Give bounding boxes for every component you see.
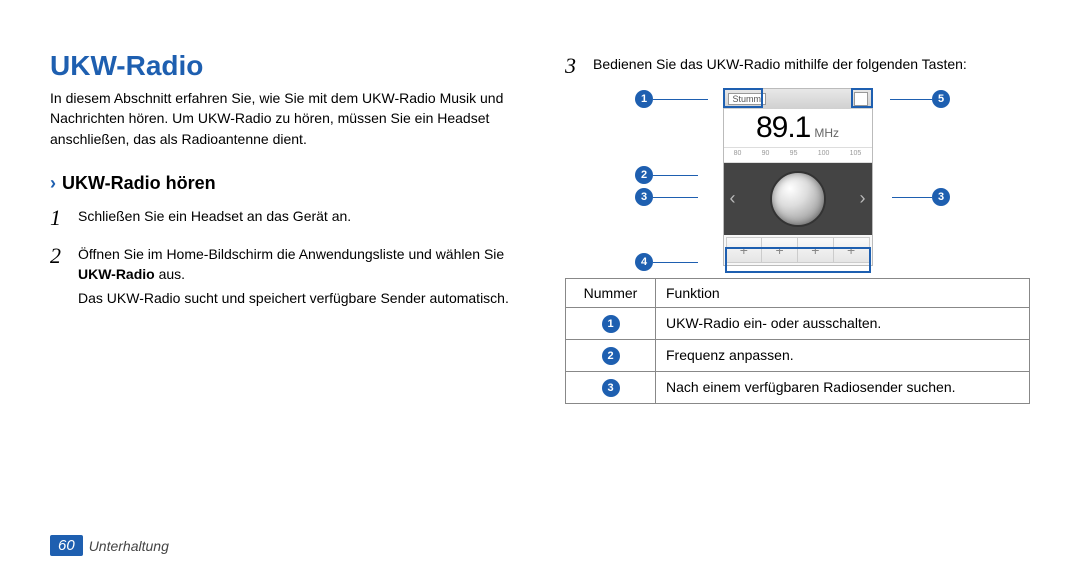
callout-3-right: 3 (932, 188, 950, 206)
chevron-right-icon: › (50, 173, 56, 194)
row-text: Frequenz anpassen. (656, 339, 1030, 371)
step-2-subtext: Das UKW-Radio sucht und speichert verfüg… (78, 288, 515, 308)
leader-line (890, 99, 932, 100)
preset-slot[interactable]: + (834, 238, 869, 262)
step-number: 3 (565, 50, 583, 82)
frequency-unit: MHz (814, 126, 839, 140)
scale-tick: 95 (790, 150, 798, 157)
page-number: 60 (50, 535, 83, 556)
step-1: 1 Schließen Sie ein Headset an das Gerät… (50, 202, 515, 234)
step-2-text-a: Öffnen Sie im Home-Bildschirm die Anwend… (78, 246, 504, 262)
step-2: 2 Öffnen Sie im Home-Bildschirm die Anwe… (50, 240, 515, 309)
tune-left-button[interactable]: ‹ (730, 188, 736, 209)
dial-row: ‹ › (724, 163, 872, 235)
page-footer: 60 Unterhaltung (50, 535, 169, 556)
tune-right-button[interactable]: › (860, 188, 866, 209)
row-callout-num: 1 (602, 315, 620, 333)
row-callout-num: 3 (602, 379, 620, 397)
scale-tick: 80 (734, 150, 742, 157)
section-heading: › UKW-Radio hören (50, 173, 515, 194)
scale-tick: 105 (850, 150, 862, 157)
radio-mockup: Stumm 89.1 MHz 80 90 95 100 105 ‹ (723, 88, 873, 266)
step-text: Öffnen Sie im Home-Bildschirm die Anwend… (78, 240, 515, 309)
stumm-button[interactable]: Stumm (728, 93, 767, 105)
row-callout-num: 2 (602, 347, 620, 365)
frequency-value: 89.1 (756, 111, 810, 145)
step-text: Bedienen Sie das UKW-Radio mithilfe der … (593, 50, 967, 82)
preset-row: + + + + (726, 237, 870, 263)
step-number: 2 (50, 240, 68, 309)
scale-tick: 100 (818, 150, 830, 157)
leader-line (653, 197, 698, 198)
radio-illustration-wrapper: 1 5 2 3 3 4 Stumm 89.1 MHz (565, 88, 1030, 266)
frequency-scale: 80 90 95 100 105 (724, 147, 872, 163)
row-text: UKW-Radio ein- oder ausschalten. (656, 307, 1030, 339)
speaker-icon[interactable] (854, 92, 868, 106)
section-label: Unterhaltung (89, 538, 169, 554)
table-row: 1 UKW-Radio ein- oder ausschalten. (566, 307, 1030, 339)
table-header-function: Funktion (656, 278, 1030, 307)
callout-1: 1 (635, 90, 653, 108)
right-column: 3 Bedienen Sie das UKW-Radio mithilfe de… (555, 50, 1030, 404)
callout-5: 5 (932, 90, 950, 108)
row-text: Nach einem verfügbaren Radiosender suche… (656, 371, 1030, 403)
leader-line (892, 197, 932, 198)
table-header-number: Nummer (566, 278, 656, 307)
tuning-dial[interactable] (770, 171, 826, 227)
preset-slot[interactable]: + (727, 238, 763, 262)
table-header-row: Nummer Funktion (566, 278, 1030, 307)
preset-slot[interactable]: + (762, 238, 798, 262)
callout-3-left: 3 (635, 188, 653, 206)
left-column: UKW-Radio In diesem Abschnitt erfahren S… (50, 50, 525, 404)
intro-paragraph: In diesem Abschnitt erfahren Sie, wie Si… (50, 88, 515, 149)
radio-topbar: Stumm (724, 89, 872, 109)
step-text: Schließen Sie ein Headset an das Gerät a… (78, 202, 351, 234)
section-heading-text: UKW-Radio hören (62, 173, 216, 194)
scale-tick: 90 (762, 150, 770, 157)
step-number: 1 (50, 202, 68, 234)
callout-table: Nummer Funktion 1 UKW-Radio ein- oder au… (565, 278, 1030, 404)
step-2-bold: UKW-Radio (78, 266, 155, 282)
step-2-text-b: aus. (155, 266, 185, 282)
leader-line (653, 99, 708, 100)
table-row: 3 Nach einem verfügbaren Radiosender suc… (566, 371, 1030, 403)
callout-4: 4 (635, 253, 653, 271)
preset-slot[interactable]: + (798, 238, 834, 262)
frequency-display: 89.1 MHz (724, 109, 872, 147)
table-row: 2 Frequenz anpassen. (566, 339, 1030, 371)
leader-line (653, 175, 698, 176)
leader-line (653, 262, 698, 263)
step-3: 3 Bedienen Sie das UKW-Radio mithilfe de… (565, 50, 1030, 82)
page-title: UKW-Radio (50, 50, 515, 82)
callout-2: 2 (635, 166, 653, 184)
